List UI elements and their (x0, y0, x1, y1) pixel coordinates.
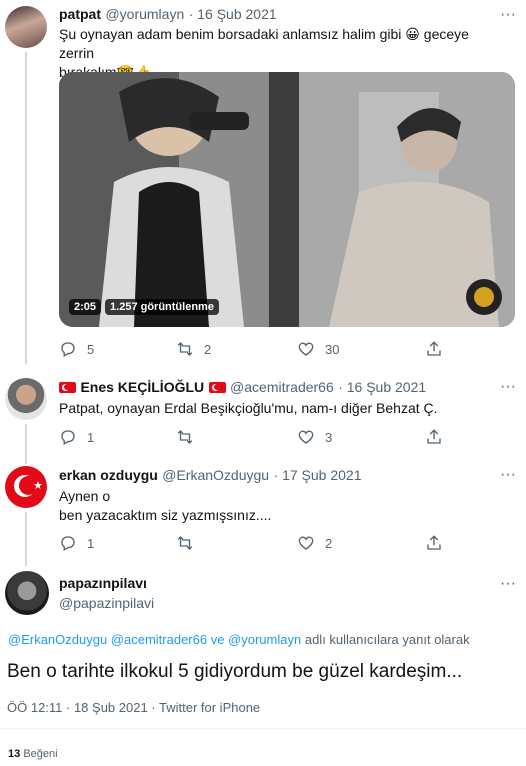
share-button[interactable] (425, 428, 443, 446)
heart-icon (298, 342, 314, 356)
replying-to: @ErkanOzduygu @acemitrader66 ve @yorumla… (8, 632, 470, 647)
retweet-icon (177, 342, 193, 356)
more-icon[interactable]: ··· (500, 378, 516, 396)
like-count: 3 (325, 429, 333, 445)
turkey-flag-icon (208, 382, 226, 393)
retweet-count: 2 (204, 341, 212, 357)
divider (0, 728, 526, 729)
tweet-text: Aynen o ben yazacaktım siz yazmışsınız..… (59, 488, 272, 523)
heart-icon (298, 430, 314, 444)
reply-button[interactable]: 1 (59, 534, 94, 552)
avatar-patpat[interactable] (5, 6, 47, 48)
retweet-button[interactable] (176, 534, 194, 552)
tweet-text: Patpat, oynayan Erdal Beşikçioğlu'mu, na… (59, 400, 438, 416)
more-icon[interactable]: ··· (500, 575, 516, 593)
heart-icon (298, 536, 314, 550)
star-icon: ★ (33, 480, 43, 492)
like-button[interactable]: 2 (297, 534, 332, 552)
user-name[interactable]: Enes KEÇİLİOĞLU (80, 379, 204, 395)
thread-line (25, 512, 27, 566)
video-player[interactable]: 2:05 1.257 görüntülenme (59, 72, 515, 327)
user-name[interactable]: erkan ozduygu (59, 467, 158, 483)
reply-icon (61, 342, 75, 357)
user-handle[interactable]: @papazinpilavi (59, 595, 154, 611)
video-views: 1.257 görüntülenme (105, 299, 219, 315)
like-button[interactable]: 3 (297, 428, 332, 446)
grinning-emoji: 😀 (405, 26, 420, 42)
reply-button[interactable]: 1 (59, 428, 94, 446)
more-icon[interactable]: ··· (500, 6, 516, 24)
main-tweet-text: Ben o tarihte ilkokul 5 gidiyordum be gü… (7, 661, 463, 682)
reply-count: 5 (87, 341, 95, 357)
share-icon (427, 341, 441, 356)
reply-button[interactable]: 5 (59, 340, 94, 358)
avatar-papazinpilavi[interactable] (5, 571, 49, 615)
likes-count: 13 (8, 748, 21, 760)
retweet-icon (177, 430, 193, 444)
video-duration: 2:05 (69, 299, 102, 315)
tweet-timestamp[interactable]: ÖÖ 12:11 · 18 Şub 2021 · Twitter for iPh… (7, 700, 260, 715)
user-handle[interactable]: @acemitrader66 (230, 379, 334, 395)
share-button[interactable] (425, 340, 443, 358)
retweet-button[interactable]: 2 (176, 340, 211, 358)
thread-line (25, 52, 27, 364)
likes-label: Beğeni (23, 748, 58, 760)
avatar-erkan[interactable]: ★ (5, 466, 47, 508)
reply-count: 1 (87, 429, 95, 445)
like-button[interactable]: 30 (297, 340, 339, 358)
user-name[interactable]: papazınpilavı (59, 575, 147, 591)
likes-summary[interactable]: 13 Beğeni (8, 748, 58, 760)
user-name[interactable]: patpat (59, 6, 101, 22)
replying-to-users[interactable]: @ErkanOzduygu @acemitrader66 ve @yorumla… (8, 632, 301, 647)
tweet-date[interactable]: · 16 Şub 2021 (189, 6, 277, 22)
more-icon[interactable]: ··· (500, 466, 516, 484)
user-handle[interactable]: @ErkanOzduygu (162, 467, 269, 483)
avatar-enes[interactable] (5, 378, 47, 420)
like-count: 30 (325, 341, 340, 357)
tweet-date[interactable]: · 17 Şub 2021 (274, 467, 362, 483)
reply-icon (61, 536, 75, 551)
retweet-button[interactable] (176, 428, 194, 446)
user-handle[interactable]: @yorumlayn (105, 6, 184, 22)
share-button[interactable] (425, 534, 443, 552)
share-icon (427, 535, 441, 550)
tweet-date[interactable]: · 16 Şub 2021 (338, 379, 426, 395)
video-frame (59, 72, 515, 327)
retweet-icon (177, 536, 193, 550)
turkey-flag-icon (59, 382, 76, 393)
like-count: 2 (325, 535, 333, 551)
reply-icon (61, 430, 75, 445)
share-icon (427, 429, 441, 444)
thread-line (25, 424, 27, 464)
reply-count: 1 (87, 535, 95, 551)
